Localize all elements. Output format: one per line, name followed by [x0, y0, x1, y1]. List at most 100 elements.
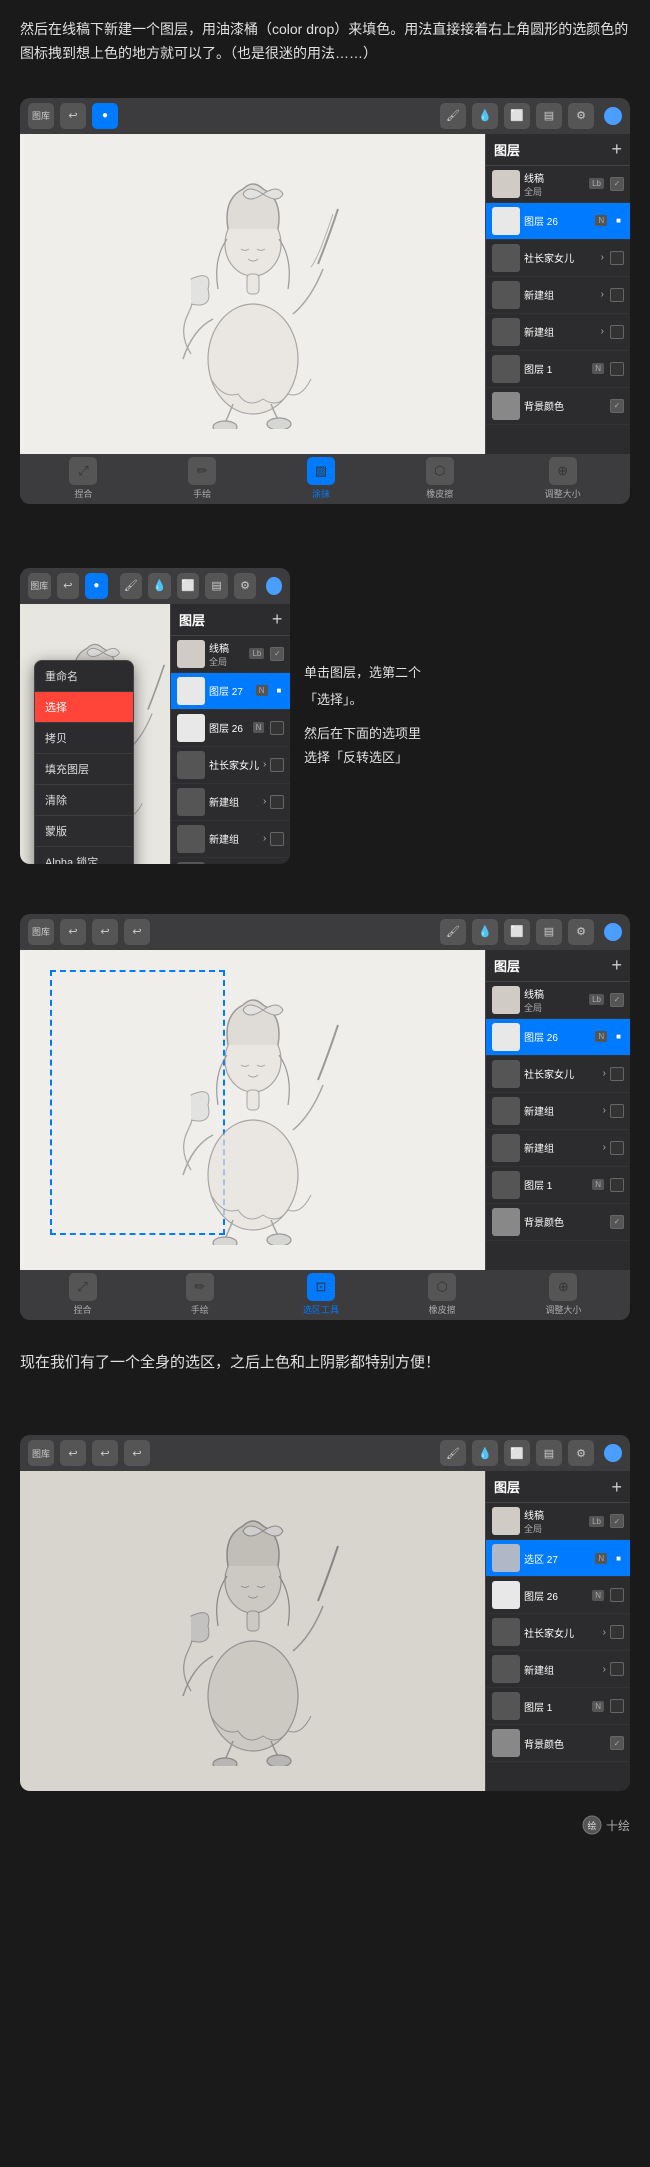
layer-item-family[interactable]: 社长家女儿 ›: [486, 240, 630, 277]
layers-add-btn-2[interactable]: +: [272, 610, 283, 628]
toolbar-brush-btn-4[interactable]: 🖌: [440, 1440, 466, 1466]
toolbar-undo-btn-2[interactable]: ↩: [57, 573, 80, 599]
layer3-26[interactable]: 图层 26 N ■: [486, 1019, 630, 1056]
layer-check-family[interactable]: [610, 251, 624, 265]
layer4-check-family[interactable]: [610, 1625, 624, 1639]
layer4-26[interactable]: 图层 26 N: [486, 1577, 630, 1614]
layer4-check-lineart[interactable]: ✓: [610, 1514, 624, 1528]
bottom-tool-draw[interactable]: ✏ 手绘: [188, 457, 216, 500]
menu-rename[interactable]: 重命名: [35, 661, 133, 692]
layer3-check-layer1[interactable]: [610, 1178, 624, 1192]
layer2-check-26[interactable]: [270, 721, 284, 735]
toolbar-redo-btn-2[interactable]: ●: [85, 573, 108, 599]
layer-check-bg[interactable]: ✓: [610, 399, 624, 413]
layer4-layer1[interactable]: 图层 1 N: [486, 1688, 630, 1725]
layer-check-group1[interactable]: [610, 288, 624, 302]
layer4-lineart[interactable]: 线稿 全局 Lb ✓: [486, 1503, 630, 1540]
layer2-check-family[interactable]: [270, 758, 284, 772]
layer-item-group1[interactable]: 新建组 ›: [486, 277, 630, 314]
toolbar-eraser-btn-4[interactable]: ⬜: [504, 1440, 530, 1466]
layer4-27[interactable]: 选区 27 N ■: [486, 1540, 630, 1577]
layer2-check-group1[interactable]: [270, 795, 284, 809]
toolbar-undo2-btn-4[interactable]: ↩: [92, 1440, 118, 1466]
bottom-tool-pinch[interactable]: ⤢ 捏合: [69, 457, 97, 500]
bottom-tool-active[interactable]: ▨ 涂抹: [307, 457, 335, 500]
layers-add-btn-1[interactable]: +: [611, 140, 622, 158]
layer-check-lineart[interactable]: ✓: [610, 177, 624, 191]
layer3-check-lineart[interactable]: ✓: [610, 993, 624, 1007]
layer3-layer1[interactable]: 图层 1 N: [486, 1167, 630, 1204]
toolbar-smudge-btn-3[interactable]: 💧: [472, 919, 498, 945]
menu-select[interactable]: 选择: [35, 692, 133, 723]
layer3-group1[interactable]: 新建组 ›: [486, 1093, 630, 1130]
layer-item-group2[interactable]: 新建组 ›: [486, 314, 630, 351]
toolbar-undo-btn-4[interactable]: ↩: [60, 1440, 86, 1466]
toolbar-layers-btn-4[interactable]: ▤: [536, 1440, 562, 1466]
toolbar-adjust-btn-4[interactable]: ⚙: [568, 1440, 594, 1466]
layer3-check-bg[interactable]: ✓: [610, 1215, 624, 1229]
layer-item-lineart[interactable]: 线稿 全局 Lb ✓: [486, 166, 630, 203]
toolbar-eraser-btn-2[interactable]: ⬜: [177, 573, 200, 599]
layer-check-group2[interactable]: [610, 325, 624, 339]
layer2-lineart[interactable]: 线稿 全局 Lb ✓: [171, 636, 290, 673]
layer-item-layer1[interactable]: 图层 1 N: [486, 351, 630, 388]
toolbar-redo-btn[interactable]: ●: [92, 103, 118, 129]
layer3-check-group2[interactable]: [610, 1141, 624, 1155]
color-picker-4[interactable]: [604, 1444, 622, 1462]
layer4-check-group1[interactable]: [610, 1662, 624, 1676]
layer2-layer1[interactable]: 图层 1 N: [171, 858, 290, 864]
layer3-bg[interactable]: 背景颜色 ✓: [486, 1204, 630, 1241]
layer3-family[interactable]: 社长家女儿 ›: [486, 1056, 630, 1093]
layer4-group1[interactable]: 新建组 ›: [486, 1651, 630, 1688]
toolbar-brush-btn-3[interactable]: 🖌: [440, 919, 466, 945]
layer2-27[interactable]: 图层 27 N ■: [171, 673, 290, 710]
bottom-tool-adjust[interactable]: ⊕ 调整大小: [545, 457, 581, 500]
toolbar-smudge-btn-4[interactable]: 💧: [472, 1440, 498, 1466]
layer4-check-bg[interactable]: ✓: [610, 1736, 624, 1750]
layer-item-bg[interactable]: 背景颜色 ✓: [486, 388, 630, 425]
toolbar-eraser-btn-3[interactable]: ⬜: [504, 919, 530, 945]
layer4-family[interactable]: 社长家女儿 ›: [486, 1614, 630, 1651]
menu-copy[interactable]: 拷贝: [35, 723, 133, 754]
menu-clear[interactable]: 清除: [35, 785, 133, 816]
layer4-bg[interactable]: 背景颜色 ✓: [486, 1725, 630, 1762]
toolbar-undo3-btn-3[interactable]: ↩: [124, 919, 150, 945]
toolbar-gallery-btn-3[interactable]: 图库: [28, 919, 54, 945]
toolbar-brush-btn[interactable]: 🖌: [440, 103, 466, 129]
layer3-check-family[interactable]: [610, 1067, 624, 1081]
color-picker-2[interactable]: [266, 577, 282, 595]
bottom-tool3-draw[interactable]: ✏ 手绘: [186, 1273, 214, 1316]
toolbar-gallery-btn-2[interactable]: 图库: [28, 573, 51, 599]
color-picker-3[interactable]: [604, 923, 622, 941]
bottom-tool3-pinch[interactable]: ⤢ 捏合: [69, 1273, 97, 1316]
menu-fill[interactable]: 填充图层: [35, 754, 133, 785]
layers-add-btn-4[interactable]: +: [611, 1478, 622, 1496]
layer3-group2[interactable]: 新建组 ›: [486, 1130, 630, 1167]
menu-mask[interactable]: 蒙版: [35, 816, 133, 847]
toolbar-adjust-btn-2[interactable]: ⚙: [234, 573, 257, 599]
layer2-group1[interactable]: 新建组 ›: [171, 784, 290, 821]
bottom-tool-erase[interactable]: ⬡ 橡皮擦: [426, 457, 454, 500]
layer4-check-layer1[interactable]: [610, 1699, 624, 1713]
bottom-tool3-erase[interactable]: ⬡ 橡皮擦: [428, 1273, 456, 1316]
menu-alpha-lock[interactable]: Alpha 锁定: [35, 847, 133, 864]
layer2-group2[interactable]: 新建组 ›: [171, 821, 290, 858]
layer3-check-group1[interactable]: [610, 1104, 624, 1118]
bottom-tool3-adjust[interactable]: ⊕ 调整大小: [545, 1273, 581, 1316]
toolbar-undo2-btn-3[interactable]: ↩: [92, 919, 118, 945]
toolbar-layers-btn[interactable]: ▤: [536, 103, 562, 129]
layer3-lineart[interactable]: 线稿 全局 Lb ✓: [486, 982, 630, 1019]
toolbar-adjust-btn[interactable]: ⚙: [568, 103, 594, 129]
toolbar-undo-btn[interactable]: ↩: [60, 103, 86, 129]
layer2-check-group2[interactable]: [270, 832, 284, 846]
toolbar-gallery-btn[interactable]: 图库: [28, 103, 54, 129]
toolbar-adjust-btn-3[interactable]: ⚙: [568, 919, 594, 945]
layer2-check-lineart[interactable]: ✓: [270, 647, 284, 661]
toolbar-layers-btn-2[interactable]: ▤: [205, 573, 228, 599]
toolbar-smudge-btn-2[interactable]: 💧: [148, 573, 171, 599]
toolbar-brush-btn-2[interactable]: 🖌: [120, 573, 143, 599]
layer-check-layer1[interactable]: [610, 362, 624, 376]
bottom-tool3-select[interactable]: ⊡ 选区工具: [303, 1273, 339, 1316]
toolbar-gallery-btn-4[interactable]: 图库: [28, 1440, 54, 1466]
layers-add-btn-3[interactable]: +: [611, 956, 622, 974]
